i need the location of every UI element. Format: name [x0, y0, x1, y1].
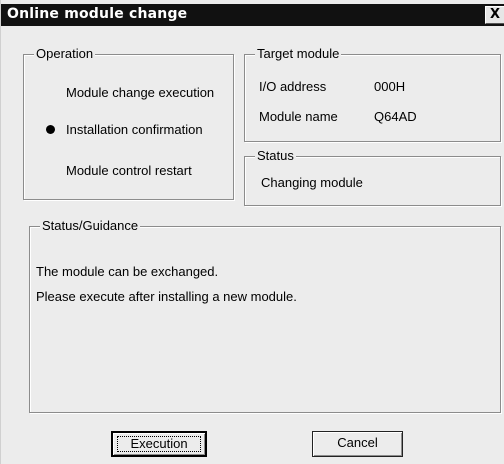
module-name-value: Q64AD: [374, 109, 417, 124]
online-module-change-dialog: Online module change X Operation Module …: [0, 0, 504, 464]
cancel-button[interactable]: Cancel: [312, 431, 403, 457]
status-legend: Status: [255, 148, 296, 164]
target-module-group: Target module: [244, 46, 501, 142]
guidance-line-1: The module can be exchanged.: [36, 264, 219, 279]
option-installation-confirmation[interactable]: Installation confirmation: [66, 122, 203, 137]
status-guidance-group: Status/Guidance: [29, 218, 501, 413]
dialog-title: Online module change: [7, 6, 188, 22]
execution-button[interactable]: Execution: [111, 431, 207, 457]
io-address-value: 000H: [374, 79, 406, 94]
status-guidance-legend: Status/Guidance: [40, 218, 141, 234]
radio-selected-indicator[interactable]: [46, 125, 55, 134]
close-icon[interactable]: X: [485, 6, 504, 24]
guidance-line-2: Please execute after installing a new mo…: [36, 289, 297, 304]
title-bar: Online module change X: [1, 4, 504, 26]
option-module-change-execution[interactable]: Module change execution: [66, 85, 214, 100]
option-module-control-restart[interactable]: Module control restart: [66, 163, 192, 178]
operation-legend: Operation: [34, 46, 96, 62]
module-name-label: Module name: [259, 109, 338, 124]
status-text: Changing module: [261, 175, 363, 190]
focus-rectangle: [117, 436, 201, 452]
cancel-button-label: Cancel: [337, 435, 378, 450]
io-address-label: I/O address: [259, 79, 327, 94]
target-module-legend: Target module: [255, 46, 342, 62]
